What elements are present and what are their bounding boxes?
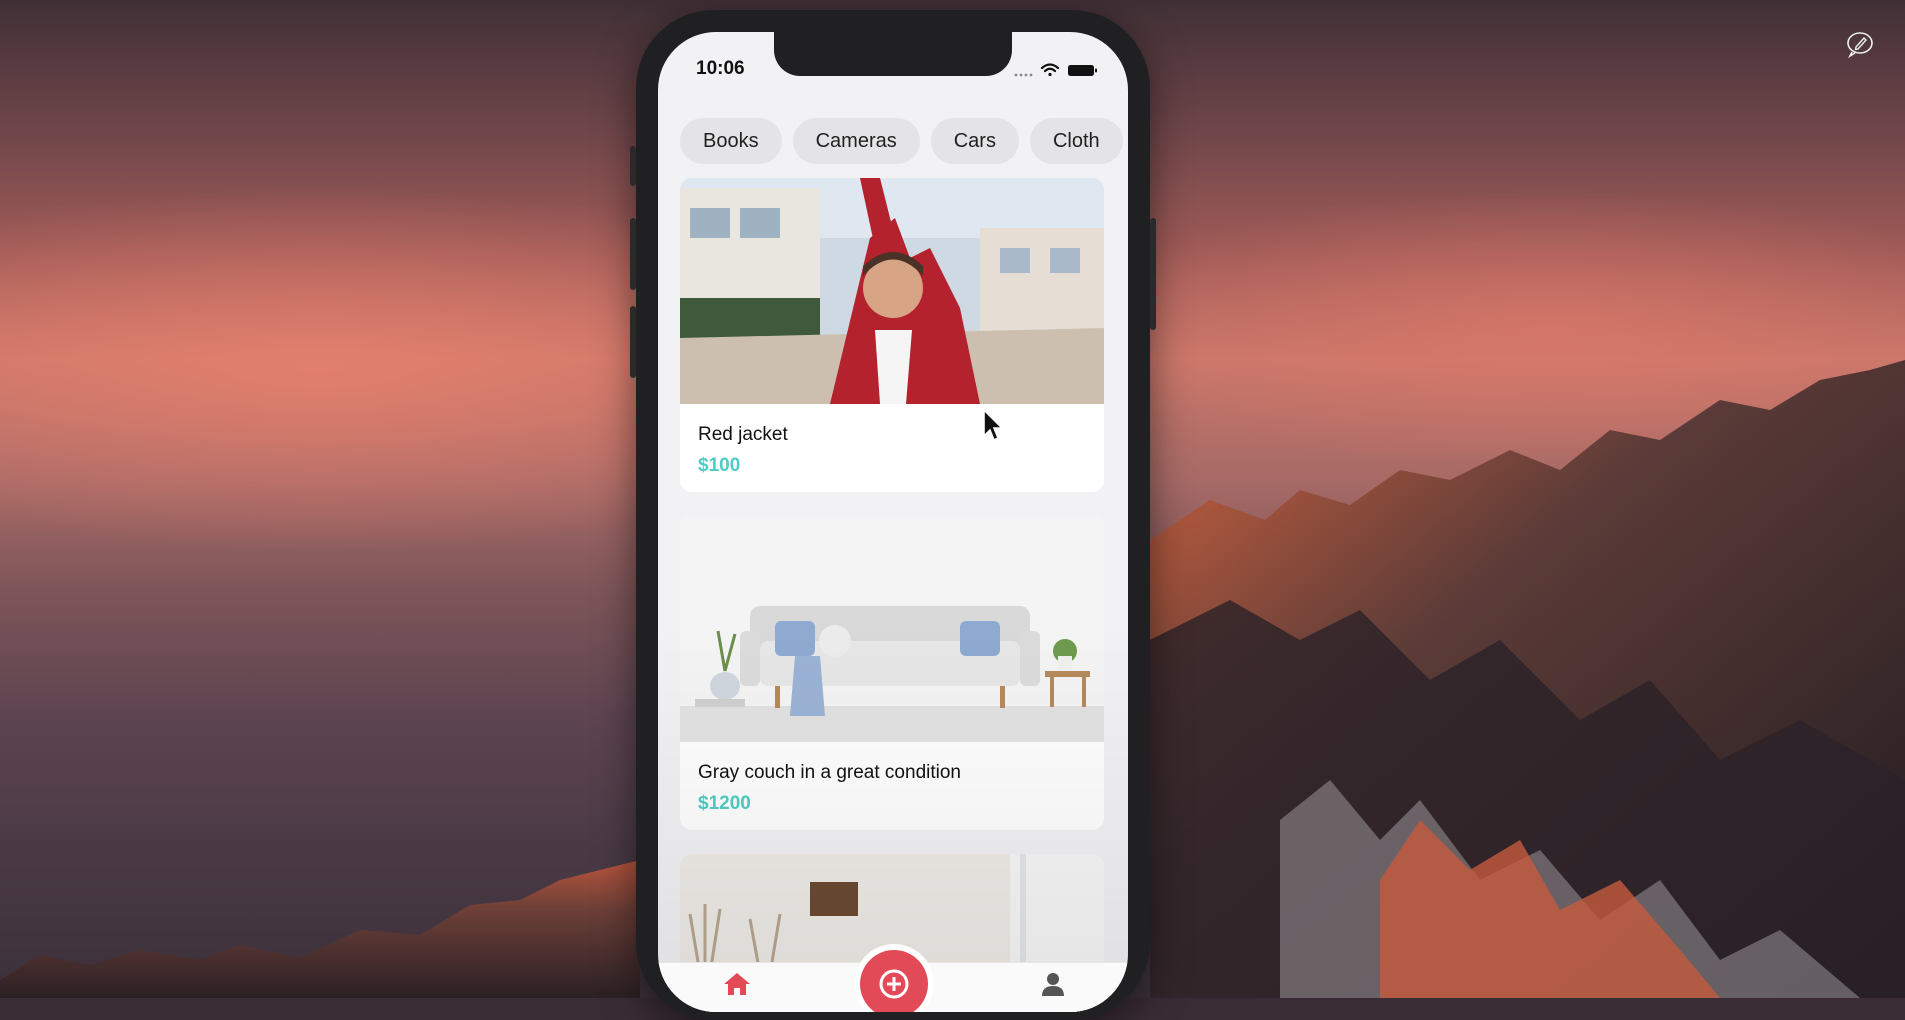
status-time: 10:06 — [696, 58, 745, 79]
category-chip-cars[interactable]: Cars — [930, 118, 1019, 164]
add-listing-button[interactable] — [854, 944, 934, 1012]
home-icon[interactable] — [722, 971, 752, 997]
phone-mute-switch — [630, 146, 636, 186]
phone-volume-down — [630, 306, 636, 378]
listing-card[interactable]: Gray couch in a great condition $1200 — [680, 516, 1104, 830]
cellular-signal-icon — [1014, 73, 1033, 77]
phone-volume-up — [630, 218, 636, 290]
listing-photo-red-jacket — [680, 178, 1104, 404]
phone-frame: 10:06 Books Cameras Cars Cloth Red jacke… — [630, 10, 1156, 1020]
battery-icon — [1068, 65, 1097, 76]
category-chip-books[interactable]: Books — [680, 118, 782, 164]
listing-price: $1200 — [698, 793, 751, 814]
listing-photo-gray-couch — [680, 516, 1104, 742]
status-icons — [1014, 63, 1097, 77]
account-icon[interactable] — [1038, 971, 1068, 997]
listing-title: Red jacket — [698, 424, 788, 445]
app-screen: 10:06 Books Cameras Cars Cloth Red jacke… — [658, 32, 1128, 1012]
mouse-cursor-icon — [983, 408, 1004, 442]
phone-notch — [774, 32, 1012, 76]
add-icon — [879, 969, 909, 999]
phone-power-button — [1150, 218, 1156, 330]
listing-price: $100 — [698, 455, 741, 476]
category-chip-clothing[interactable]: Cloth — [1029, 118, 1123, 164]
listing-card[interactable]: Red jacket $100 — [680, 178, 1104, 492]
category-chip-cameras[interactable]: Cameras — [792, 118, 920, 164]
category-chips: Books Cameras Cars Cloth — [680, 118, 1128, 164]
listing-title: Gray couch in a great condition — [698, 762, 961, 783]
wifi-icon — [1040, 63, 1060, 77]
edit-pen-icon[interactable] — [1846, 30, 1874, 58]
